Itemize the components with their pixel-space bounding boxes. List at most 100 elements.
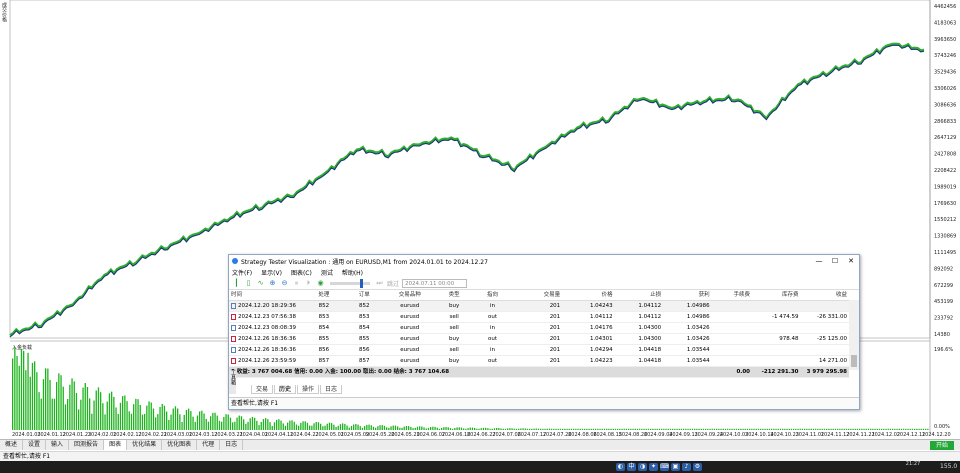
wtab-journal[interactable]: 日志 — [320, 385, 343, 394]
table-scrollbar[interactable] — [849, 300, 859, 370]
maximize-icon[interactable]: ☐ — [827, 255, 843, 267]
close-icon[interactable]: ✕ — [843, 255, 859, 267]
histogram-bar — [876, 428, 878, 430]
histogram-bar — [632, 428, 634, 430]
histogram-bar — [894, 428, 896, 430]
histogram-bar — [372, 426, 375, 430]
minimize-icon[interactable]: — — [811, 255, 827, 267]
tab-graph[interactable]: 图表 — [104, 440, 128, 450]
tray-icon-1[interactable]: ◐ — [616, 463, 625, 471]
tab-agents[interactable]: 代理 — [197, 440, 221, 450]
histogram-bar — [394, 425, 397, 430]
table-row[interactable]: 2024.12.23 08:08:39 854 854 eurusd sell in 201… — [229, 322, 849, 334]
histogram-bar — [309, 425, 311, 430]
col-direction[interactable]: 指向 — [473, 290, 512, 301]
col-price[interactable]: 价格 — [562, 290, 615, 301]
wtab-trades[interactable]: 交易 — [251, 385, 274, 394]
pause-icon[interactable]: ⏸ — [292, 279, 301, 288]
col-symbol[interactable]: 交易品种 — [384, 290, 435, 301]
y-tick-label: 1330869 — [934, 234, 956, 240]
candles-icon[interactable]: ▯ — [244, 279, 253, 288]
tab-report[interactable]: 回测报告 — [69, 440, 105, 450]
cell-text: 1.04176 — [589, 325, 613, 331]
menu-chart[interactable]: 图表(C) — [291, 268, 312, 277]
tray-icon-8[interactable]: ⚙ — [693, 463, 702, 471]
skip-icon[interactable]: ⏭ — [375, 279, 384, 288]
col-deal[interactable]: 处理 — [303, 290, 345, 301]
tab-optimization-graph[interactable]: 优化图表 — [162, 440, 198, 450]
cell-profit: -25 125.00 — [800, 333, 849, 345]
deal-icon — [231, 302, 236, 309]
cell-deal: 857 — [303, 355, 345, 367]
play-icon[interactable]: ◉ — [316, 279, 325, 288]
slider-thumb[interactable] — [360, 278, 363, 288]
col-profit[interactable]: 收益 — [800, 290, 849, 301]
histogram-bar — [163, 405, 166, 430]
window-titlebar[interactable]: Strategy Tester Visualization : 通用 on EU… — [229, 255, 859, 267]
tab-settings[interactable]: 设置 — [23, 440, 47, 450]
col-tp[interactable]: 获利 — [663, 290, 712, 301]
menu-file[interactable]: 文件(F) — [232, 268, 252, 277]
table-row[interactable]: 2024.12.26 18:36:36 855 855 eurusd buy out 201… — [229, 333, 849, 345]
table-row[interactable]: 2024.12.20 18:29:36 852 852 eurusd buy in 201 1… — [229, 300, 849, 312]
cell-text: 856 — [318, 347, 330, 353]
bars-icon[interactable]: ┃ — [232, 279, 241, 288]
tray-icon-3[interactable]: ◑ — [638, 463, 647, 471]
histogram-bar — [449, 428, 452, 430]
table-row[interactable]: 2024.12.26 18:36:36 856 856 eurusd sell in 201… — [229, 344, 849, 356]
cell-text: -25 125.00 — [817, 336, 847, 342]
line-chart-icon[interactable]: ∿ — [256, 279, 265, 288]
col-fee[interactable]: 手续费 — [711, 290, 753, 301]
tray-icon-6[interactable]: ▣ — [671, 463, 680, 471]
histogram-bar — [377, 426, 379, 430]
cell-text: 1.03544 — [686, 347, 710, 353]
date-input[interactable]: 2024.07.11 00:00 — [402, 278, 468, 288]
histogram-bar — [181, 422, 183, 430]
cell-text: 1.04223 — [589, 358, 613, 364]
histogram-bar — [379, 425, 381, 430]
system-clock[interactable]: 21:27 — [904, 462, 922, 467]
menu-help[interactable]: 帮助(H) — [342, 268, 363, 277]
tab-inputs[interactable]: 输入 — [46, 440, 70, 450]
cell-swap — [752, 322, 801, 334]
tray-icon-5[interactable]: ⌨ — [660, 463, 669, 471]
scrollbar-thumb[interactable] — [851, 355, 857, 367]
speed-slider[interactable] — [330, 278, 370, 288]
wtab-history[interactable]: 历史 — [274, 385, 297, 394]
cell-profit: -26 331.00 — [800, 311, 849, 323]
skip-label[interactable]: 跳过 — [387, 279, 399, 288]
cell-text: eurusd — [400, 303, 420, 309]
menu-test[interactable]: 测试 — [321, 268, 333, 277]
table-row[interactable]: 2024.12.26 23:59:59 857 857 eurusd buy out 201… — [229, 355, 849, 367]
col-swap[interactable]: 库存费 — [752, 290, 801, 301]
tray-icon-7[interactable]: ♪ — [682, 463, 691, 471]
wtab-operations[interactable]: 操作 — [297, 385, 320, 394]
menu-view[interactable]: 显示(V) — [261, 268, 282, 277]
toolbox-side-tab[interactable]: 工具箱 — [229, 370, 236, 394]
histogram-bar — [537, 428, 540, 430]
histogram-bar — [482, 427, 485, 430]
zoom-out-icon[interactable]: ⊖ — [280, 279, 289, 288]
cell-fee — [711, 300, 753, 312]
col-type[interactable]: 类型 — [434, 290, 474, 301]
tray-icon-2[interactable]: 中 — [627, 463, 636, 471]
col-time[interactable]: 时间 — [229, 290, 304, 301]
step-icon[interactable]: ⏵ — [304, 279, 313, 288]
tray-icon-4[interactable]: ✦ — [649, 463, 658, 471]
histogram-bar — [702, 428, 705, 430]
histogram-bar — [130, 413, 133, 430]
tab-overview[interactable]: 概述 — [0, 440, 24, 450]
col-order[interactable]: 订单 — [344, 290, 385, 301]
zoom-in-icon[interactable]: ⊕ — [268, 279, 277, 288]
histogram-bar — [133, 404, 135, 430]
table-row[interactable]: 2024.12.23 07:56:38 853 853 eurusd sell out 20… — [229, 311, 849, 323]
col-sl[interactable]: 止损 — [614, 290, 664, 301]
histogram-bar — [779, 428, 782, 430]
start-button[interactable]: 开始 — [929, 441, 954, 450]
tab-journal[interactable]: 日志 — [220, 440, 244, 450]
tab-optimization-results[interactable]: 优化结果 — [127, 440, 163, 450]
cell-vol: 201 — [511, 333, 563, 345]
histogram-bar — [269, 422, 271, 430]
col-volume[interactable]: 交易量 — [511, 290, 563, 301]
histogram-bar — [225, 414, 227, 430]
